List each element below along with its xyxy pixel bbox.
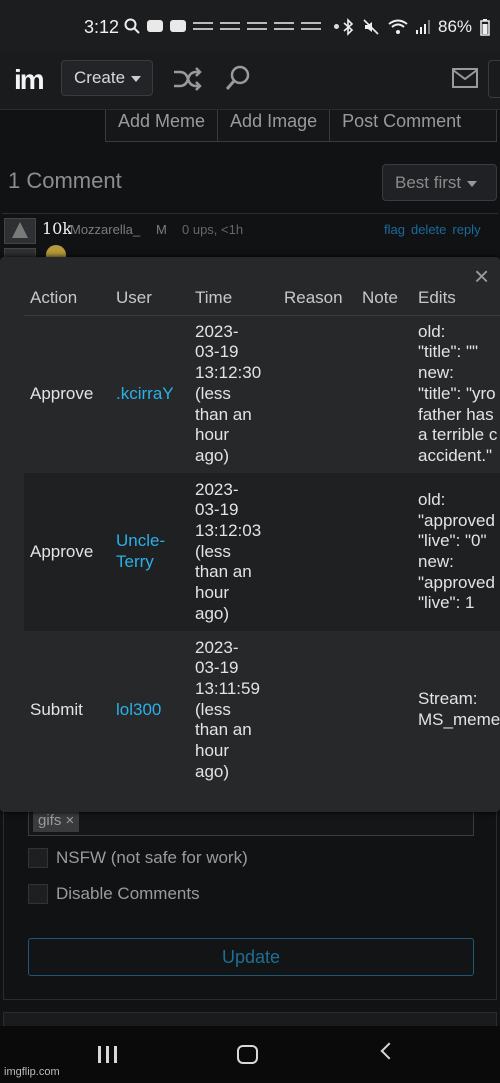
nsfw-checkbox-row[interactable]: NSFW (not safe for work) [28,848,248,868]
create-dropdown-button[interactable]: Create [61,60,153,96]
youtube-icon [147,20,163,32]
row-reason [278,315,356,473]
row-time: 2023- 03-19 13:11:59 (less than an hour … [189,631,278,789]
column-header-time: Time [189,281,278,316]
row-action: Approve [24,473,110,631]
nsfw-checkbox[interactable] [28,848,48,868]
row-time: 2023- 03-19 13:12:30 (less than an hour … [189,315,278,473]
row-edits: old: "title": "" new: "title": "yro fath… [412,315,500,473]
moderation-log-modal: × Action User Time Reason Note Edits App… [0,257,500,812]
wifi-icon [388,19,408,34]
comment-gender: M [156,222,167,237]
sports-icon [193,22,213,30]
post-comment-button[interactable]: Post Comment [330,110,473,141]
disable-comments-row[interactable]: Disable Comments [28,884,200,904]
row-note [356,473,412,631]
app-header: im Create [0,52,500,110]
row-reason [278,473,356,631]
row-note [356,631,412,789]
battery-level: 86% [438,17,473,36]
tag-chip[interactable]: gifs × [33,812,80,832]
imgflip-logo[interactable]: im [14,64,45,96]
comment-actions: flag delete reply [384,222,481,237]
upvote-arrow-icon[interactable] [4,218,36,244]
sports-icon [274,22,294,30]
imgflip-watermark: imgflip.com [4,1066,60,1078]
mail-icon[interactable] [452,68,478,88]
home-icon[interactable] [237,1045,258,1064]
column-header-user: User [110,281,189,316]
column-header-reason: Reason [278,281,356,316]
caret-down-icon [131,75,142,82]
column-header-edits: Edits [412,281,500,316]
row-action: Approve [24,315,110,473]
search-icon[interactable] [224,64,252,92]
sort-label: Best first [395,173,462,192]
row-time: 2023- 03-19 13:12:03 (less than an hour … [189,473,278,631]
notification-icons [124,18,339,34]
add-meme-button[interactable]: Add Meme [106,110,219,141]
shuffle-icon[interactable] [172,66,202,92]
logo-text: im [14,64,45,95]
moderation-log-table: Action User Time Reason Note Edits Appro… [24,281,500,789]
reply-link[interactable]: reply [452,222,480,237]
caret-down-icon [467,180,478,187]
user-points-badge: 10k [42,219,73,238]
row-edits: old: "approved "live": "0" new: "approve… [412,473,500,631]
column-header-action: Action [24,281,110,316]
row-action: Submit [24,631,110,789]
row-user-link[interactable]: lol300 [110,631,189,789]
system-navigation-bar [0,1026,500,1083]
tags-input[interactable]: gifs × [28,812,474,836]
nsfw-label: NSFW (not safe for work) [56,848,248,867]
row-user-link[interactable]: Uncle- Terry [110,473,189,631]
row-user-link[interactable]: .kcirraY [110,315,189,473]
back-icon[interactable] [380,1042,398,1060]
sports-icon [301,22,321,30]
table-header-row: Action User Time Reason Note Edits [24,281,500,316]
row-note [356,315,412,473]
disable-comments-checkbox[interactable] [28,884,48,904]
update-button[interactable]: Update [28,938,474,976]
table-row: Approve .kcirraY 2023- 03-19 13:12:30 (l… [24,315,500,473]
signal-icon [416,20,430,34]
comment-item: 10k Mozzarella_ M 0 ups, <1h flag delete… [2,213,498,260]
more-notifications-icon [334,23,339,29]
sports-icon [247,22,267,30]
mute-icon [363,19,379,35]
table-row: Approve Uncle- Terry 2023- 03-19 13:12:0… [24,473,500,631]
status-bar: 3:12 86% [0,0,500,52]
system-icons: 86% [342,17,490,37]
youtube-icon [170,20,186,32]
table-row: Submit lol300 2023- 03-19 13:11:59 (less… [24,631,500,789]
add-image-button[interactable]: Add Image [218,110,331,141]
comments-count-heading: 1 Comment [8,168,122,193]
disable-comments-label: Disable Comments [56,884,200,903]
status-time: 3:12 [84,17,120,37]
recents-icon[interactable] [98,1046,117,1063]
comment-meta: 0 ups, <1h [182,222,244,237]
profile-menu-button[interactable] [488,60,500,98]
comment-sort-dropdown[interactable]: Best first [382,164,497,201]
next-panel [3,1012,497,1026]
row-edits: Stream: MS_meme [412,631,500,789]
bluetooth-icon [343,18,354,36]
search-status-icon [124,18,140,34]
create-label: Create [74,68,126,87]
flag-link[interactable]: flag [384,222,405,237]
column-header-note: Note [356,281,412,316]
battery-icon [480,19,490,36]
delete-link[interactable]: delete [411,222,446,237]
meme-actions-bar: Add Meme Add Image Post Comment [105,110,497,142]
sports-icon [220,22,240,30]
comment-username[interactable]: Mozzarella_ [70,222,140,237]
row-reason [278,631,356,789]
